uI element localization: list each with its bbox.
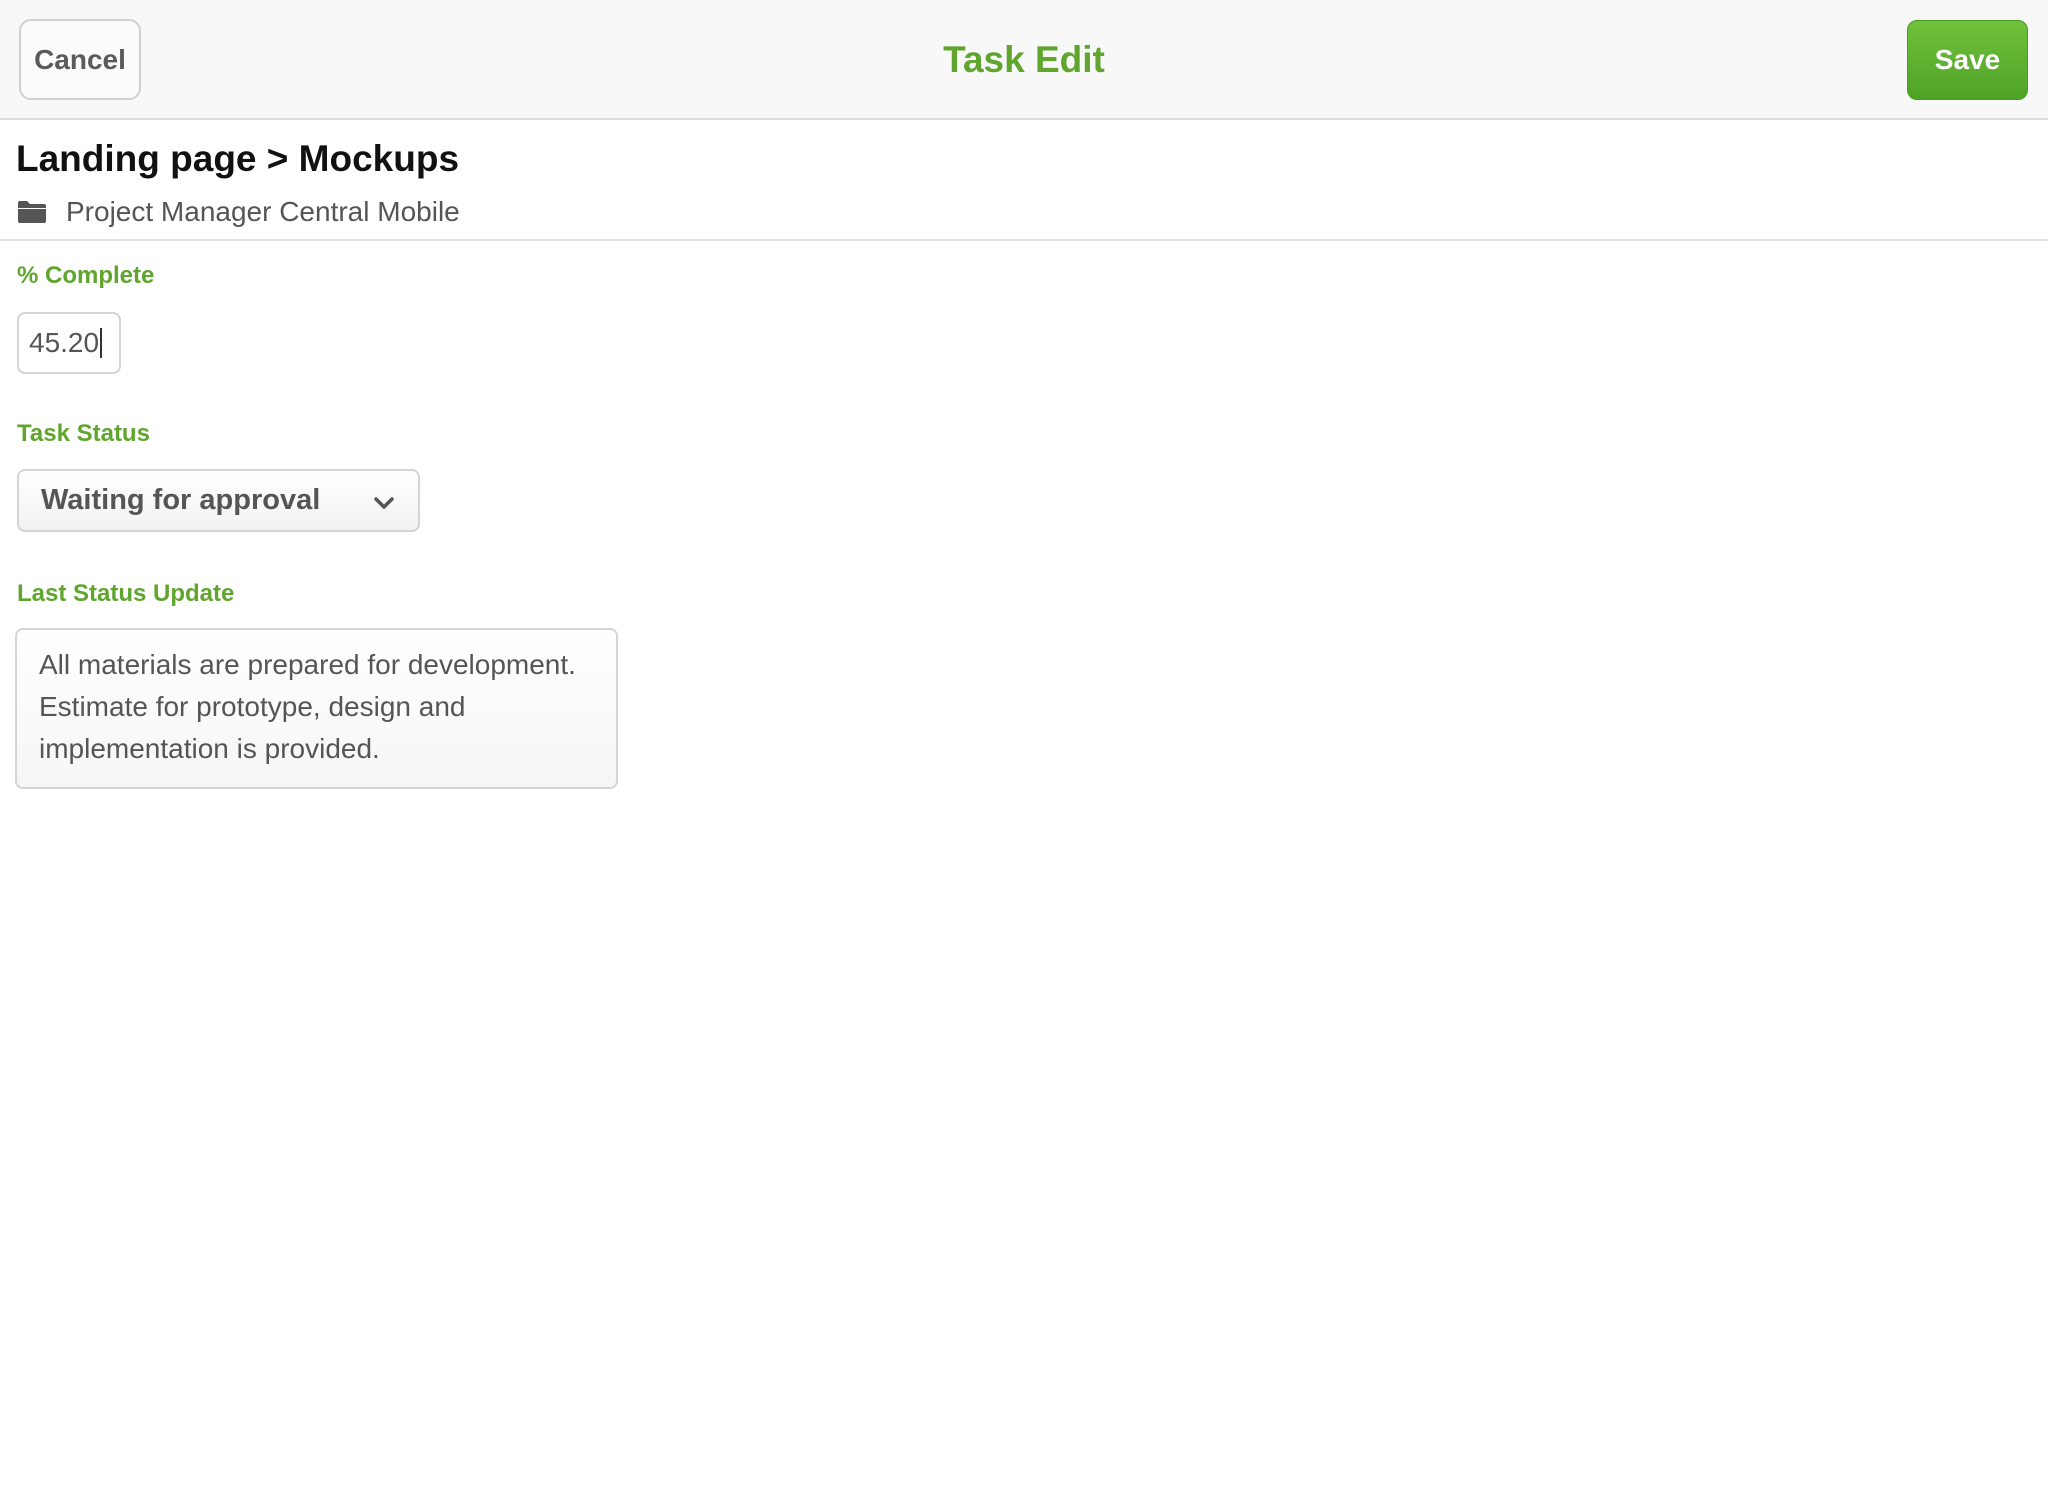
task-status-label: Task Status <box>17 420 150 447</box>
percent-complete-input[interactable]: 45.20 <box>17 312 121 374</box>
project-name: Project Manager Central Mobile <box>66 196 460 227</box>
navigation-bar: Cancel Task Edit Save <box>0 0 2048 120</box>
breadcrumb: Landing page > Mockups <box>16 138 460 179</box>
cancel-button[interactable]: Cancel <box>19 19 141 100</box>
task-status-value: Waiting for approval <box>41 484 321 516</box>
last-status-update-textarea[interactable]: All materials are prepared for developme… <box>15 628 618 789</box>
folder-icon <box>18 201 46 223</box>
task-header: Landing page > Mockups Project Manager C… <box>0 120 2048 241</box>
project-row: Project Manager Central Mobile <box>17 192 460 232</box>
percent-complete-label: % Complete <box>17 262 155 289</box>
last-status-update-label: Last Status Update <box>17 580 235 607</box>
page-title: Task Edit <box>943 39 1105 80</box>
save-button[interactable]: Save <box>1907 20 2028 100</box>
percent-complete-value: 45.20 <box>29 327 100 358</box>
chevron-down-icon <box>374 497 394 509</box>
task-status-select[interactable]: Waiting for approval <box>17 469 420 532</box>
text-cursor <box>100 328 103 358</box>
